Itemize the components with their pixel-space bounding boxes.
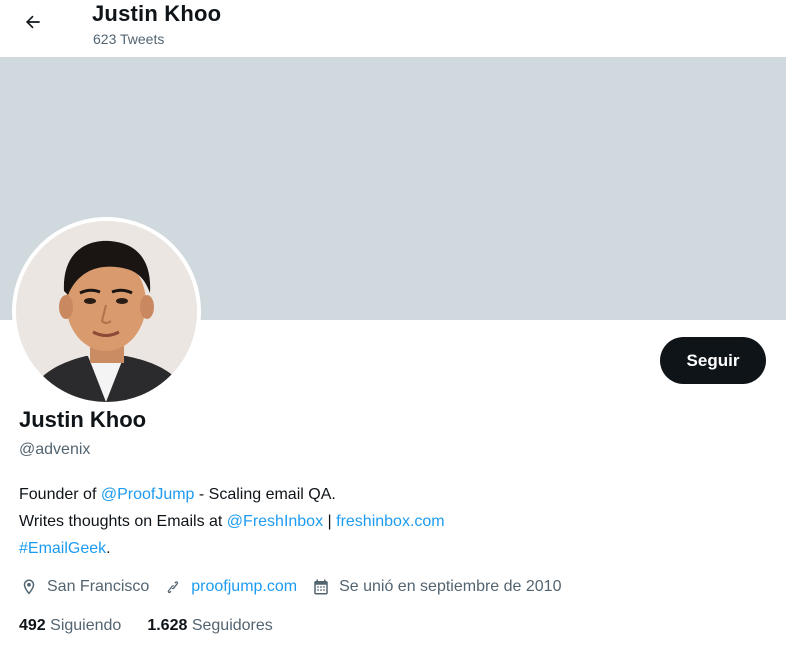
- website-link[interactable]: proofjump.com: [191, 578, 297, 596]
- website-item: proofjump.com: [163, 577, 297, 597]
- followers-count: 1.628: [147, 617, 188, 634]
- bio-line-2: Writes thoughts on Emails at @FreshInbox…: [19, 508, 739, 535]
- header-title: Justin Khoo: [92, 1, 222, 26]
- arrow-left-icon: [23, 12, 43, 37]
- mention-link-proofjump[interactable]: @ProofJump: [101, 486, 195, 503]
- hashtag-link-emailgeek[interactable]: #EmailGeek: [19, 540, 106, 557]
- follow-button[interactable]: Seguir: [660, 337, 766, 384]
- avatar-image: [16, 221, 197, 402]
- location-item: San Francisco: [19, 577, 149, 597]
- profile-bio: Founder of @ProofJump - Scaling email QA…: [19, 481, 739, 562]
- back-button[interactable]: [18, 9, 48, 39]
- followers-link[interactable]: 1.628 Seguidores: [147, 617, 272, 635]
- tweet-count: 623 Tweets: [93, 31, 165, 47]
- profile-meta: San Francisco proofjump.com Se unió en s…: [19, 574, 575, 600]
- location-pin-icon: [19, 577, 39, 597]
- bio-text: - Scaling email QA.: [194, 486, 336, 503]
- profile-header: Justin Khoo 623 Tweets: [0, 0, 786, 57]
- link-icon: [163, 577, 183, 597]
- url-link-freshinbox[interactable]: freshinbox.com: [336, 513, 445, 530]
- bio-line-1: Founder of @ProofJump - Scaling email QA…: [19, 481, 739, 508]
- avatar[interactable]: [12, 217, 201, 406]
- bio-text: Writes thoughts on Emails at: [19, 513, 227, 530]
- bio-text: .: [106, 540, 111, 557]
- location-text: San Francisco: [47, 578, 150, 595]
- followers-label: Seguidores: [191, 617, 273, 634]
- joined-text: Se unió en septiembre de 2010: [339, 578, 562, 595]
- profile-stats: 492 Siguiendo 1.628 Seguidores: [19, 617, 299, 635]
- bio-text: Founder of: [19, 486, 101, 503]
- following-link[interactable]: 492 Siguiendo: [19, 617, 121, 635]
- following-count: 492: [19, 617, 46, 634]
- bio-separator: |: [323, 513, 337, 530]
- profile-handle: @advenix: [19, 441, 91, 458]
- profile-name: Justin Khoo: [19, 407, 147, 432]
- calendar-icon: [311, 577, 331, 597]
- following-label: Siguiendo: [50, 617, 122, 634]
- joined-item: Se unió en septiembre de 2010: [311, 577, 561, 597]
- bio-line-3: #EmailGeek.: [19, 535, 739, 562]
- mention-link-freshinbox[interactable]: @FreshInbox: [227, 513, 323, 530]
